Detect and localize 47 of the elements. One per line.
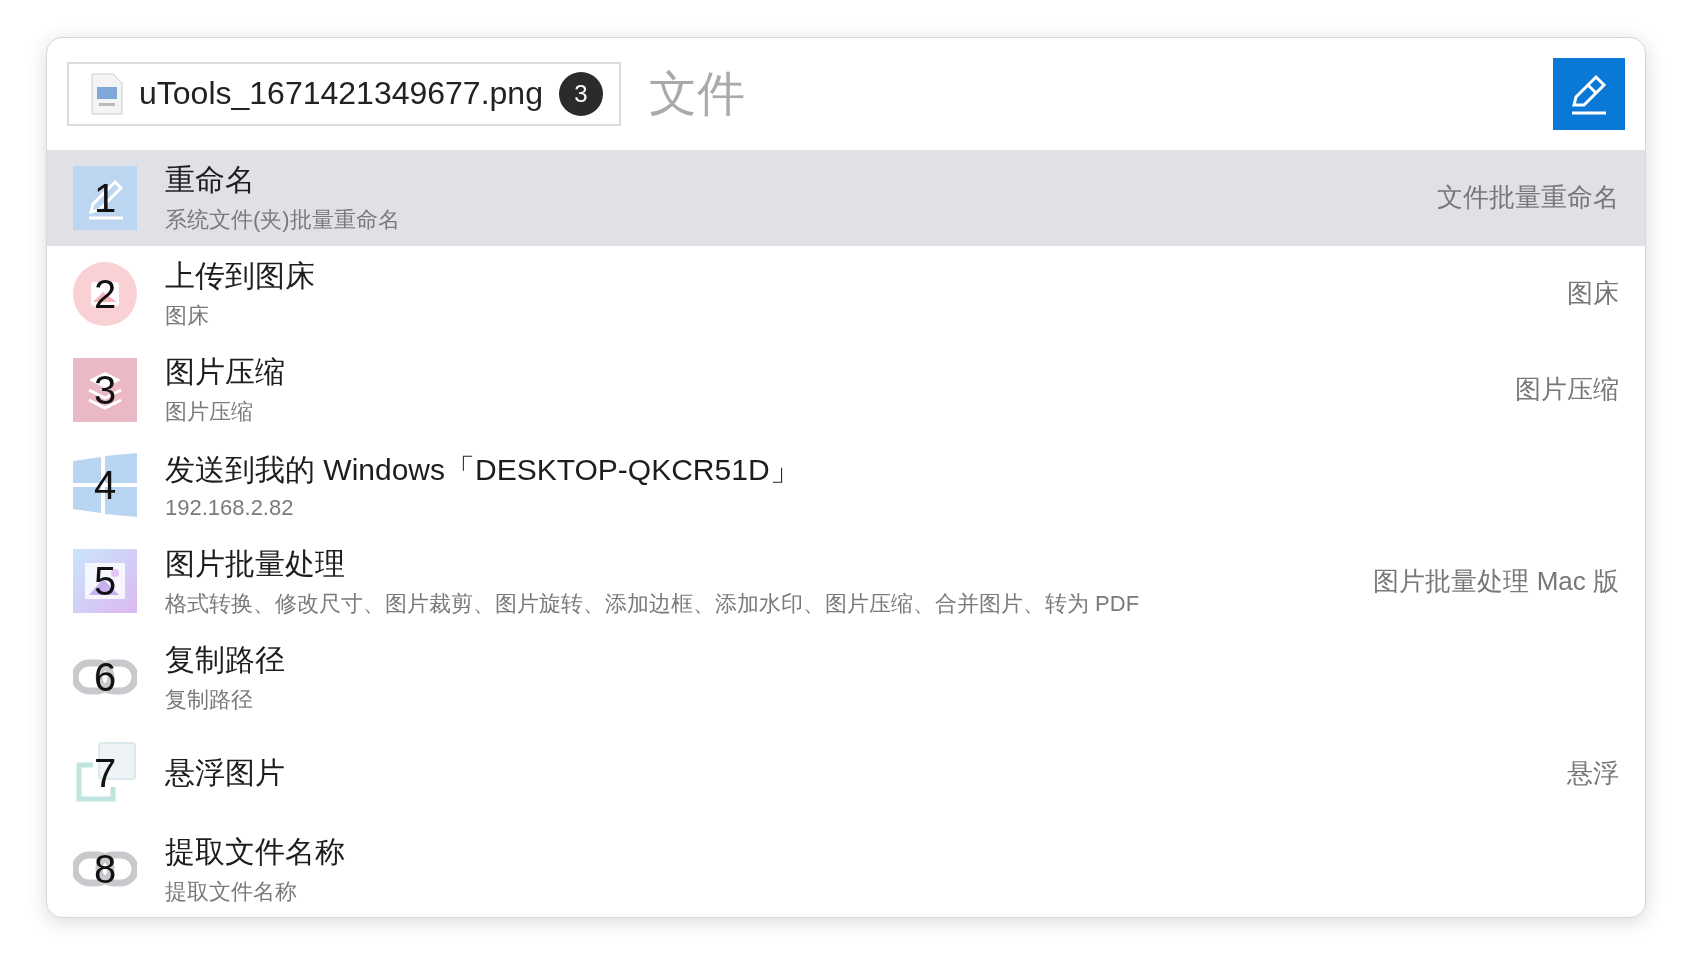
result-title: 图片批量处理 [165,545,346,582]
plugin-name: 悬浮 [1567,756,1619,790]
image-icon [73,549,137,614]
plugin-name: 文件批量重命名 [1437,181,1619,215]
result-title: 提取文件名称 [165,833,346,870]
shortcut-number: 8 [93,849,117,890]
result-title: 上传到图床 [165,258,316,295]
shortcut-number: 1 [93,177,117,218]
result-subtitle: 系统文件(夹)批量重命名 [165,206,401,235]
shortcut-number: 7 [93,753,117,794]
shortcut-number: 5 [93,561,117,602]
result-item[interactable]: 6 复制路径 复制路径 [47,629,1645,726]
result-title: 发送到我的 Windows「DESKTOP-QKCR51D」 [165,452,801,488]
result-title: 悬浮图片 [165,754,286,791]
plugin-name: 图床 [1567,277,1619,311]
shortcut-number: 6 [93,657,117,698]
count-badge: 3 [558,71,603,116]
windows-icon [73,453,137,518]
shortcut-number: 3 [93,369,117,410]
file-icon [91,72,123,115]
result-subtitle: 复制路径 [165,685,254,714]
layers-icon [73,357,137,422]
result-subtitle: 提取文件名称 [165,877,298,906]
shortcut-number: 2 [93,273,117,314]
result-item[interactable]: 3 图片压缩 图片压缩 图片压缩 [47,341,1645,438]
result-subtitle: 图片压缩 [165,398,254,427]
plugin-name: 图片批量处理 Mac 版 [1373,564,1619,598]
search-field[interactable]: 文件 [646,65,1527,123]
result-item[interactable]: 4 发送到我的 Windows「DESKTOP-QKCR51D」 192.168.2.82 [47,437,1645,534]
plugin-name: 图片压缩 [1515,373,1619,407]
result-item[interactable]: 5 图片批量处理 格式转换、修改尺寸、图片裁剪、图片旋转、添加边框、添加水印、图片压缩、合并图片、转为 PDF 图片批量处理 Mac 版 [47,533,1645,630]
result-subtitle: 图床 [165,302,210,331]
result-subtitle: 192.168.2.82 [165,495,295,521]
result-title: 重命名 [165,162,256,199]
image-icon [73,261,137,326]
result-subtitle: 格式转换、修改尺寸、图片裁剪、图片旋转、添加边框、添加水印、图片压缩、合并图片、转为 PDF [165,589,1141,618]
result-item[interactable]: 7 悬浮图片 悬浮 [47,725,1645,822]
file-chip[interactable]: uTools_1671421349677.png 3 [67,61,621,126]
edit-button[interactable] [1553,57,1625,130]
result-title: 复制路径 [165,641,286,678]
shortcut-number: 4 [93,465,117,506]
result-title: 图片压缩 [165,354,286,391]
result-item[interactable]: 8 提取文件名称 提取文件名称 [47,821,1645,917]
result-item[interactable]: 2 上传到图床 图床 图床 [47,245,1645,342]
result-item[interactable]: 1 重命名 系统文件(夹)批量重命名 文件批量重命名 [47,149,1645,246]
file-name: uTools_1671421349677.png [139,75,543,113]
pencil-icon [73,165,137,230]
